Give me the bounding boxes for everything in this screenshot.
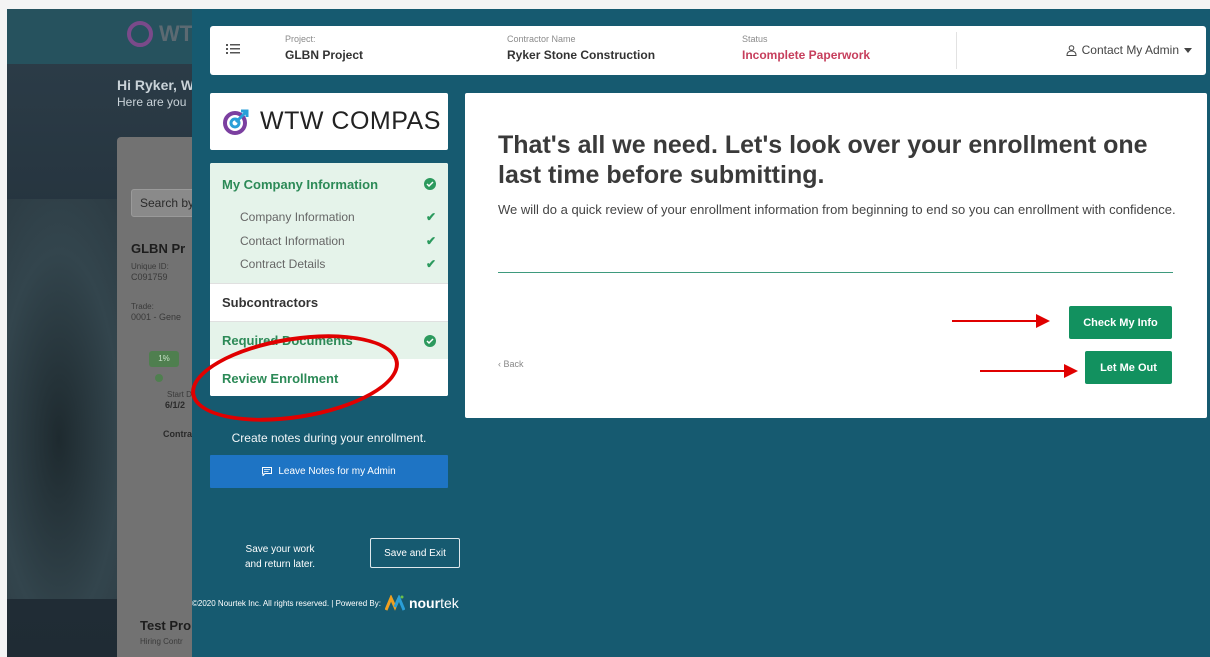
window-frame-top: [0, 0, 1210, 9]
nav-item-my-company-information[interactable]: My Company Information: [210, 163, 448, 205]
checkmark-icon: ✔: [425, 234, 436, 248]
trade-label: Trade:: [131, 302, 154, 311]
background-test-project: Test Pro: [140, 618, 192, 633]
enrollment-topbar: Project: GLBN Project Contractor Name Ry…: [210, 26, 1206, 75]
save-hint-line2: and return later.: [244, 559, 316, 570]
unique-id-value: C091759: [131, 272, 168, 282]
window-frame-left: [0, 0, 7, 657]
nourtek-wordmark-b: tek: [440, 595, 459, 611]
save-and-exit-button[interactable]: Save and Exit: [370, 538, 460, 568]
annotation-arrow-out: [980, 364, 1078, 378]
save-hint: Save your work and return later.: [226, 542, 334, 572]
notes-prompt: Create notes during your enrollment.: [231, 431, 427, 445]
check-circle-icon: [424, 178, 436, 190]
leave-notes-button[interactable]: Leave Notes for my Admin: [210, 455, 448, 488]
sidebar-logo-card: WTW COMPAS: [210, 93, 448, 150]
user-icon: [1066, 44, 1077, 56]
greeting-subtitle: Here are you: [117, 95, 187, 109]
contractor-field: Contractor Name Ryker Stone Construction: [507, 34, 655, 62]
back-link[interactable]: ‹ Back: [498, 359, 524, 369]
nav-subitem-company-information[interactable]: Company Information ✔: [210, 205, 448, 229]
unique-id-label: Unique ID:: [131, 262, 169, 271]
let-me-out-label: Let Me Out: [1100, 361, 1157, 374]
checkmark-icon: ✔: [425, 210, 436, 224]
status-label: Status: [742, 34, 768, 44]
review-title: That's all we need. Let's look over your…: [498, 131, 1148, 189]
contact-admin-label: Contact My Admin: [1081, 43, 1179, 57]
nav-item-label: Subcontractors: [222, 295, 319, 310]
review-divider: [498, 272, 1173, 273]
background-logo-text: WT: [159, 21, 194, 46]
check-circle-icon: [424, 334, 436, 347]
nav-section-title: My Company Information: [222, 176, 379, 192]
nav-subitem-label: Company Information: [240, 210, 355, 224]
trade-value: 0001 - Gene: [131, 312, 182, 322]
contractor-label: Contractor Name: [507, 34, 576, 44]
compas-logo-icon: [223, 109, 249, 135]
save-hint-line1: Save your work: [245, 544, 315, 555]
nourtek-wordmark-a: nour: [408, 595, 441, 611]
project-label: Project:: [285, 34, 316, 44]
review-description: We will do a quick review of your enroll…: [498, 202, 1176, 217]
annotation-arrow-check: [952, 314, 1050, 328]
contact-admin-dropdown[interactable]: Contact My Admin: [1066, 43, 1192, 57]
leave-notes-label: Leave Notes for my Admin: [278, 466, 396, 477]
progress-pill: 1%: [149, 351, 179, 367]
contractor-value: Ryker Stone Construction: [507, 48, 656, 62]
progress-dot-icon: [155, 374, 163, 382]
let-me-out-button[interactable]: Let Me Out: [1085, 351, 1172, 384]
list-menu-icon[interactable]: [226, 42, 240, 56]
back-label: Back: [503, 359, 524, 369]
background-logo: WT: [127, 21, 193, 47]
status-field: Status Incomplete Paperwork: [742, 34, 870, 62]
topbar-divider: [956, 32, 957, 69]
footer-copyright: ©2020 Nourtek Inc. All rights reserved. …: [192, 598, 381, 608]
status-value: Incomplete Paperwork: [742, 48, 871, 62]
check-my-info-button[interactable]: Check My Info: [1069, 306, 1172, 339]
check-my-info-label: Check My Info: [1083, 316, 1158, 329]
review-card: That's all we need. Let's look over your…: [465, 93, 1207, 418]
greeting-title: Hi Ryker, W: [117, 77, 195, 93]
background-greeting: Hi Ryker, W Here are you: [117, 77, 194, 109]
project-value: GLBN Project: [285, 48, 364, 62]
nav-subitem-contract-details[interactable]: Contract Details ✔: [210, 253, 448, 283]
nourtek-logo-icon: [384, 595, 405, 611]
sidebar-logo-text: WTW COMPAS: [260, 107, 441, 135]
nav-subitem-label: Contact Information: [240, 234, 345, 248]
start-date-value: 6/1/2: [165, 400, 186, 410]
nourtek-wordmark: nourtek: [409, 595, 459, 611]
checkmark-icon: ✔: [425, 257, 436, 271]
nav-subitem-contact-information[interactable]: Contact Information ✔: [210, 229, 448, 253]
nav-subitem-label: Contract Details: [240, 257, 326, 271]
footer: ©2020 Nourtek Inc. All rights reserved. …: [192, 595, 459, 611]
nav-section-company: My Company Information Company Informati…: [210, 163, 448, 283]
background-project-title: GLBN Pr: [131, 241, 186, 256]
compas-logo-icon: [127, 21, 153, 47]
comment-icon: [262, 467, 273, 476]
caret-down-icon: [1184, 47, 1192, 53]
project-field: Project: GLBN Project: [285, 34, 363, 62]
nav-item-subcontractors[interactable]: Subcontractors: [210, 283, 448, 321]
hiring-label: Hiring Contr: [140, 637, 183, 646]
save-and-exit-label: Save and Exit: [384, 547, 446, 559]
